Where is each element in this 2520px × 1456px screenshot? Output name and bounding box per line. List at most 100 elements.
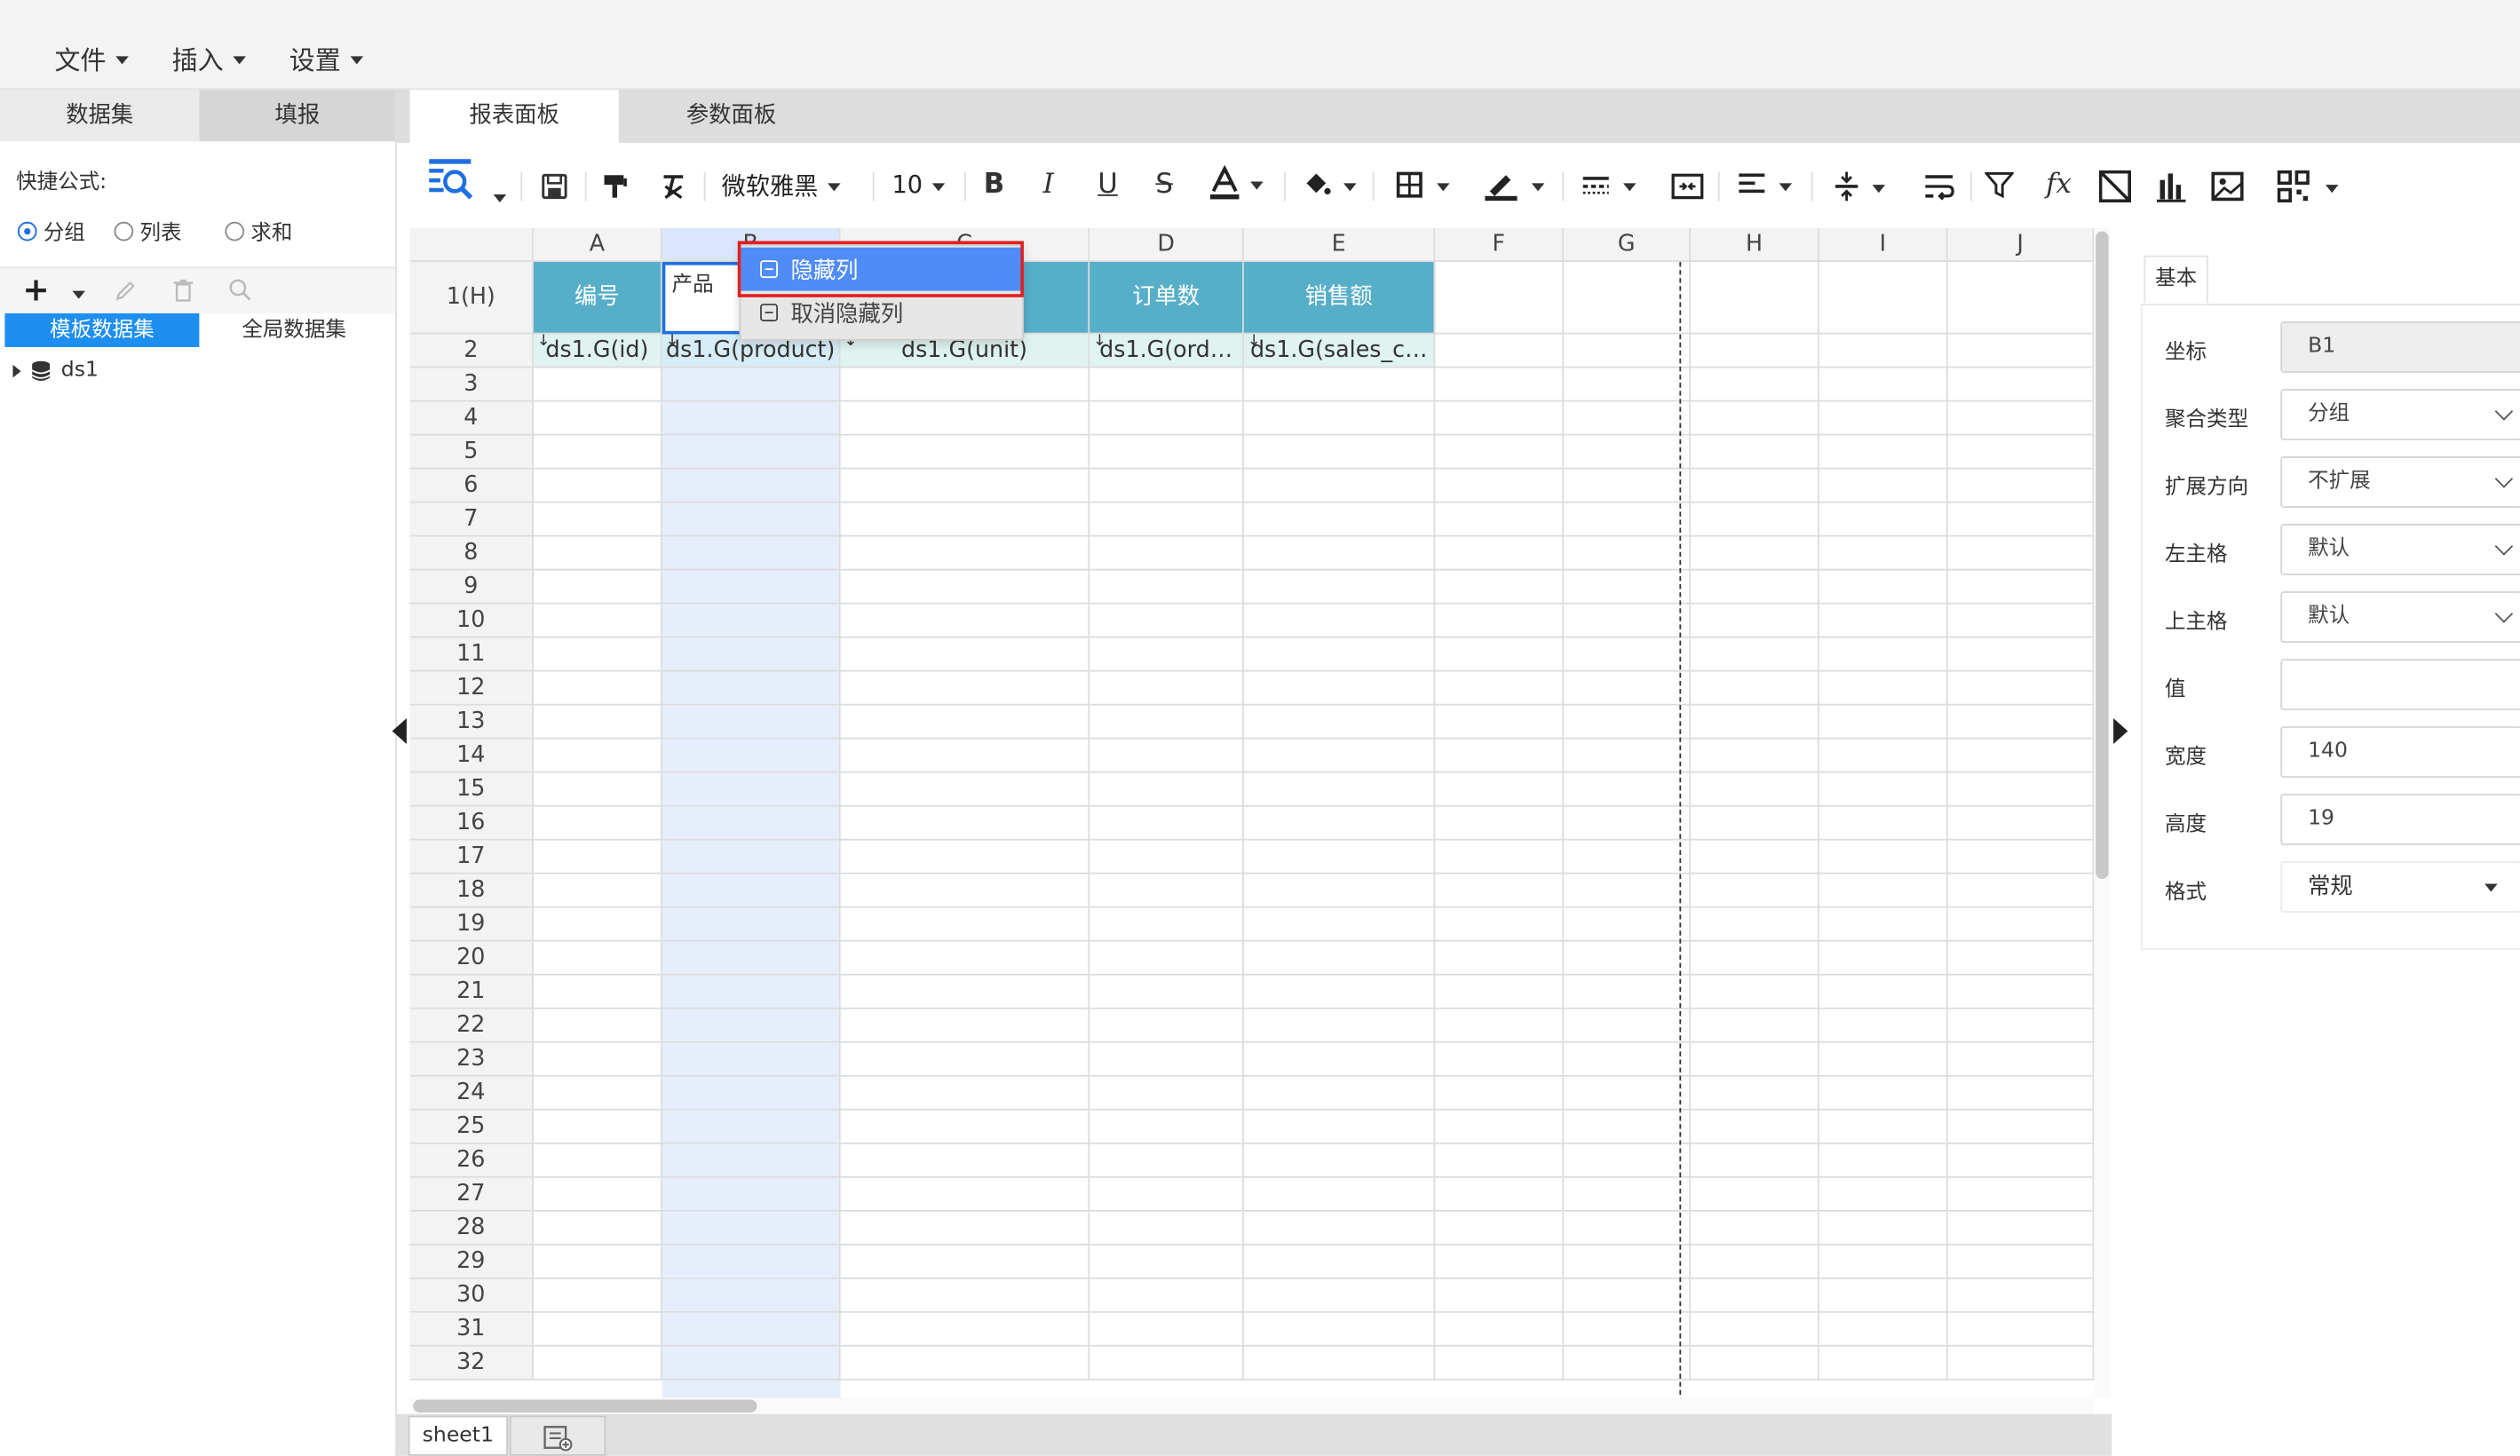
cell[interactable] (662, 1177, 841, 1212)
radio-list[interactable]: 列表 (114, 216, 182, 246)
cell[interactable]: 销售额 (1243, 262, 1436, 335)
cell[interactable] (840, 874, 1090, 908)
cell[interactable] (1435, 401, 1565, 436)
cell[interactable] (533, 1110, 662, 1144)
cell[interactable] (533, 469, 662, 503)
column-header[interactable]: E (1243, 228, 1436, 263)
cell[interactable] (533, 1177, 662, 1212)
cell[interactable] (1819, 806, 1948, 841)
cell[interactable] (1243, 637, 1436, 672)
cell[interactable] (662, 1009, 841, 1043)
cell[interactable] (1243, 705, 1436, 740)
cell[interactable] (1819, 502, 1948, 537)
cell[interactable] (1947, 806, 2095, 841)
cell[interactable] (1435, 637, 1565, 672)
cell[interactable] (1435, 772, 1565, 807)
cell[interactable] (1564, 1346, 1692, 1381)
cell[interactable] (533, 874, 662, 908)
cell[interactable] (1564, 975, 1692, 1009)
cell[interactable] (840, 1177, 1090, 1212)
vertical-scrollbar[interactable] (2094, 228, 2111, 1398)
search-icon[interactable] (228, 278, 252, 302)
cell[interactable] (1243, 469, 1436, 503)
cell[interactable] (1564, 1245, 1692, 1279)
row-header[interactable]: 11 (409, 637, 534, 672)
cell[interactable] (662, 874, 841, 908)
cell[interactable] (1435, 1076, 1565, 1111)
caret-right-icon[interactable] (12, 363, 21, 377)
column-header[interactable]: I (1819, 228, 1948, 263)
row-header[interactable]: 4 (409, 401, 534, 436)
cell[interactable] (533, 739, 662, 773)
cell[interactable] (662, 1245, 841, 1279)
cell[interactable] (1243, 671, 1436, 706)
cell[interactable] (662, 1076, 841, 1111)
cell[interactable] (533, 671, 662, 706)
cell[interactable] (1947, 401, 2095, 436)
cell[interactable] (1947, 739, 2095, 773)
cell[interactable] (840, 772, 1090, 807)
cell[interactable] (1564, 604, 1692, 638)
italic-icon[interactable]: I (1043, 169, 1054, 201)
row-header[interactable]: 29 (409, 1245, 534, 1279)
cell[interactable] (1090, 907, 1244, 942)
format-painter-icon[interactable] (601, 172, 630, 202)
cell[interactable] (1090, 637, 1244, 672)
edit-icon[interactable] (115, 280, 137, 302)
cell[interactable] (840, 907, 1090, 942)
cell[interactable] (1564, 772, 1692, 807)
row-header[interactable]: 2 (409, 334, 534, 368)
cell[interactable] (1090, 570, 1244, 605)
cell[interactable] (1090, 368, 1244, 402)
cell[interactable] (840, 368, 1090, 402)
cell[interactable] (1819, 1177, 1948, 1212)
cell[interactable] (1090, 806, 1244, 841)
caret-down-icon[interactable] (493, 194, 507, 203)
horizontal-scroll-thumb[interactable] (413, 1399, 757, 1412)
cell[interactable] (1435, 502, 1565, 537)
cell[interactable] (662, 1042, 841, 1077)
cell[interactable] (1435, 536, 1565, 571)
font-color-button[interactable] (1208, 165, 1264, 201)
cell[interactable] (1691, 806, 1819, 841)
chart-icon[interactable] (2155, 170, 2187, 202)
image-icon[interactable] (2211, 170, 2244, 202)
cell[interactable] (1947, 469, 2095, 503)
cell[interactable] (1564, 874, 1692, 908)
cell[interactable] (662, 840, 841, 874)
cell[interactable] (1564, 806, 1692, 841)
cell[interactable] (1691, 435, 1819, 470)
cell[interactable] (1243, 975, 1436, 1009)
cell[interactable] (1090, 1177, 1244, 1212)
cell[interactable] (1564, 671, 1692, 706)
cell[interactable] (1947, 604, 2095, 638)
cell[interactable] (1691, 840, 1819, 874)
cell[interactable] (1243, 1110, 1436, 1144)
cell[interactable] (1435, 1110, 1565, 1144)
cell[interactable] (662, 1312, 841, 1347)
cell[interactable] (840, 401, 1090, 436)
row-header[interactable]: 7 (409, 502, 534, 537)
cell[interactable] (1819, 1278, 1948, 1313)
column-header[interactable]: A (533, 228, 662, 263)
cell[interactable] (1435, 604, 1565, 638)
cell[interactable] (1435, 1009, 1565, 1043)
cell[interactable] (840, 1346, 1090, 1381)
cell[interactable] (1947, 1211, 2095, 1246)
cell[interactable] (1564, 334, 1692, 368)
cell[interactable] (1819, 671, 1948, 706)
cell[interactable] (1819, 401, 1948, 436)
cell[interactable] (1435, 840, 1565, 874)
cell[interactable] (1435, 806, 1565, 841)
menu-item-unhide-column[interactable]: 取消隐藏列 (741, 291, 1022, 335)
cell[interactable] (1564, 1278, 1692, 1313)
cell[interactable] (1819, 262, 1948, 335)
value-input[interactable] (2280, 659, 2520, 710)
cell[interactable] (1691, 1009, 1819, 1043)
cell[interactable] (1564, 368, 1692, 402)
cell[interactable] (840, 502, 1090, 537)
cell[interactable] (1090, 1110, 1244, 1144)
cell[interactable] (533, 604, 662, 638)
cell[interactable] (533, 1346, 662, 1381)
cell[interactable] (662, 1110, 841, 1144)
